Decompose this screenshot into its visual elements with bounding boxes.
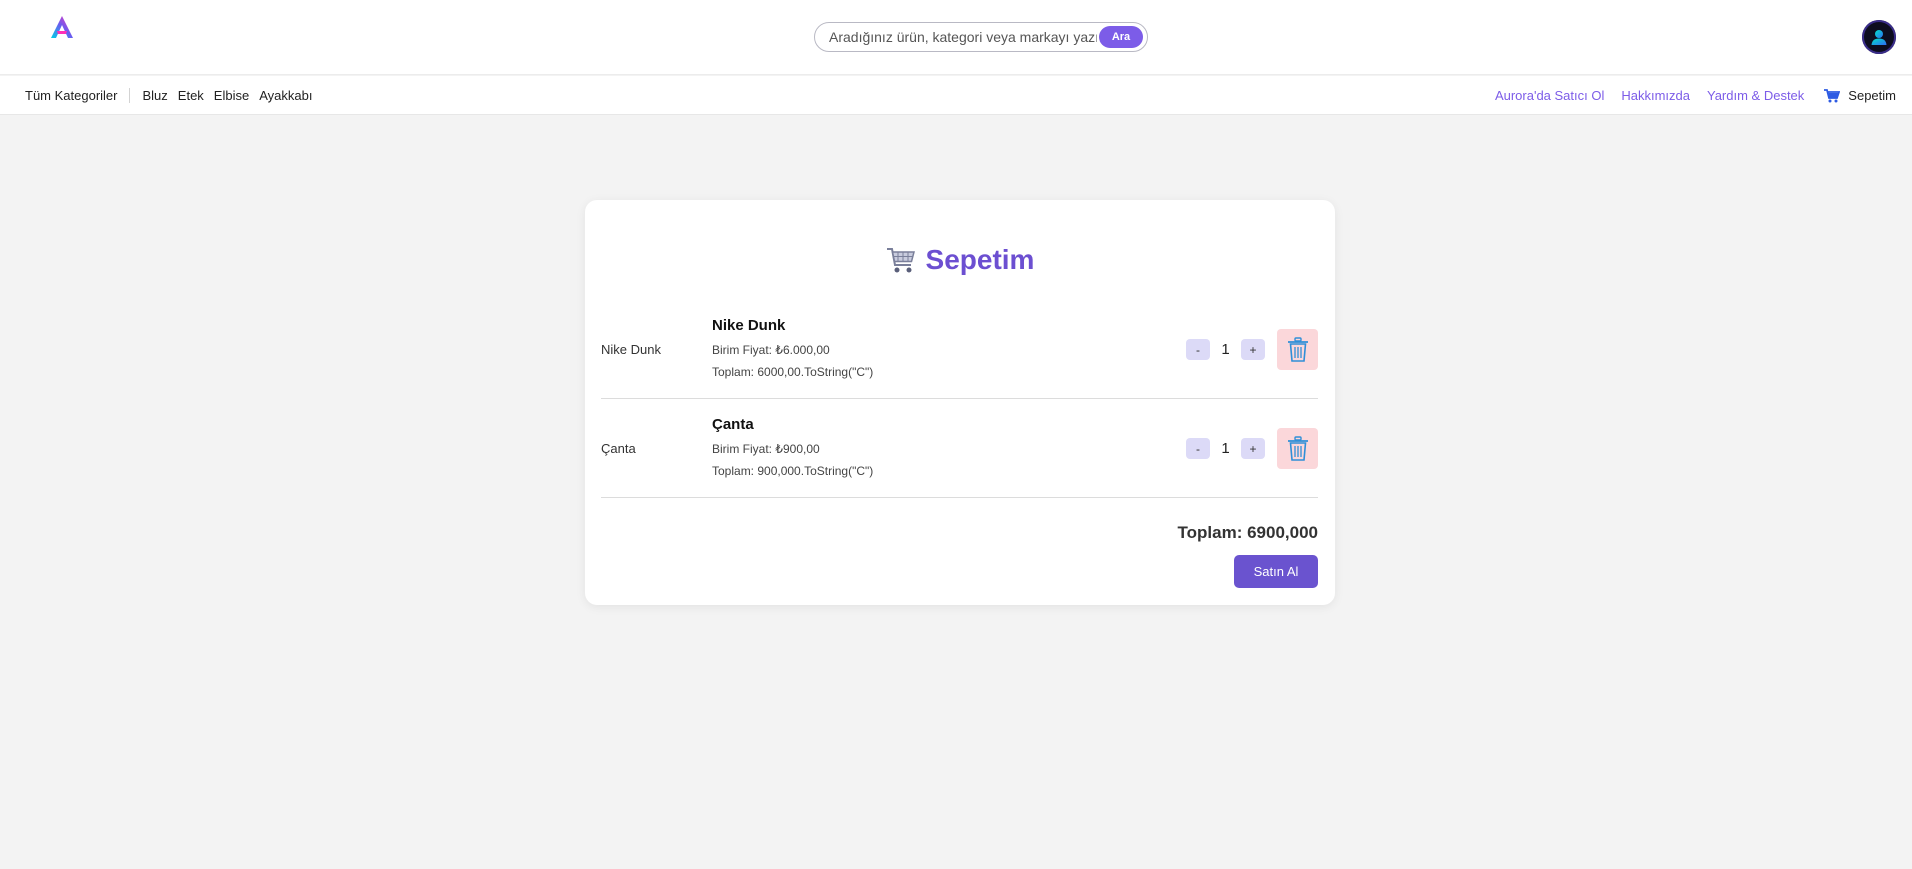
item-total: Toplam: 6000,00.ToString("C") bbox=[712, 365, 874, 379]
quantity-value: 1 bbox=[1221, 440, 1230, 457]
category-link-ayakkabi[interactable]: Ayakkabı bbox=[259, 88, 312, 103]
decrease-quantity-button[interactable]: - bbox=[1186, 438, 1210, 459]
cart-link-label: Sepetim bbox=[1848, 88, 1896, 103]
all-categories-link[interactable]: Tüm Kategoriler bbox=[25, 88, 131, 103]
unit-price: Birim Fiyat: ₺900,00 bbox=[712, 442, 820, 456]
aurora-logo-icon[interactable] bbox=[49, 14, 75, 40]
cart-link[interactable]: Sepetim bbox=[1824, 88, 1896, 103]
become-seller-link[interactable]: Aurora'da Satıcı Ol bbox=[1495, 88, 1604, 103]
shopping-cart-icon bbox=[1824, 88, 1841, 102]
trash-icon bbox=[1287, 336, 1308, 362]
category-link-bluz[interactable]: Bluz bbox=[142, 88, 167, 103]
user-icon[interactable] bbox=[1862, 20, 1896, 54]
quantity-value: 1 bbox=[1221, 341, 1230, 358]
cart-item: Nike Dunk Nike Dunk Birim Fiyat: ₺6.000,… bbox=[601, 300, 1318, 399]
top-header: Ara bbox=[0, 0, 1912, 75]
delete-item-button[interactable] bbox=[1277, 428, 1318, 469]
search-bar: Ara bbox=[814, 22, 1148, 52]
category-link-elbise[interactable]: Elbise bbox=[214, 88, 249, 103]
cart-title: Sepetim bbox=[585, 242, 1335, 278]
about-link[interactable]: Hakkımızda bbox=[1621, 88, 1690, 103]
increase-quantity-button[interactable]: + bbox=[1241, 438, 1265, 459]
product-name: Nike Dunk bbox=[712, 317, 786, 334]
decrease-quantity-button[interactable]: - bbox=[1186, 339, 1210, 360]
cart-title-text: Sepetim bbox=[925, 244, 1035, 275]
help-support-link[interactable]: Yardım & Destek bbox=[1707, 88, 1804, 103]
cart-card: Sepetim Nike Dunk Nike Dunk Birim Fiyat:… bbox=[585, 200, 1335, 605]
item-total: Toplam: 900,000.ToString("C") bbox=[712, 464, 874, 478]
search-input[interactable] bbox=[829, 29, 1097, 45]
search-button[interactable]: Ara bbox=[1099, 26, 1143, 48]
increase-quantity-button[interactable]: + bbox=[1241, 339, 1265, 360]
unit-price: Birim Fiyat: ₺6.000,00 bbox=[712, 343, 830, 357]
shopping-cart-icon bbox=[886, 248, 915, 273]
checkout-button[interactable]: Satın Al bbox=[1234, 555, 1318, 588]
delete-item-button[interactable] bbox=[1277, 329, 1318, 370]
cart-grand-total: Toplam: 6900,000 bbox=[1177, 523, 1318, 542]
product-image: Çanta bbox=[601, 441, 636, 456]
category-nav: Tüm Kategoriler Bluz Etek Elbise Ayakkab… bbox=[0, 76, 1912, 115]
cart-item: Çanta Çanta Birim Fiyat: ₺900,00 Toplam:… bbox=[601, 399, 1318, 498]
product-image: Nike Dunk bbox=[601, 342, 661, 357]
product-name: Çanta bbox=[712, 416, 754, 433]
category-link-etek[interactable]: Etek bbox=[178, 88, 204, 103]
trash-icon bbox=[1287, 435, 1308, 461]
